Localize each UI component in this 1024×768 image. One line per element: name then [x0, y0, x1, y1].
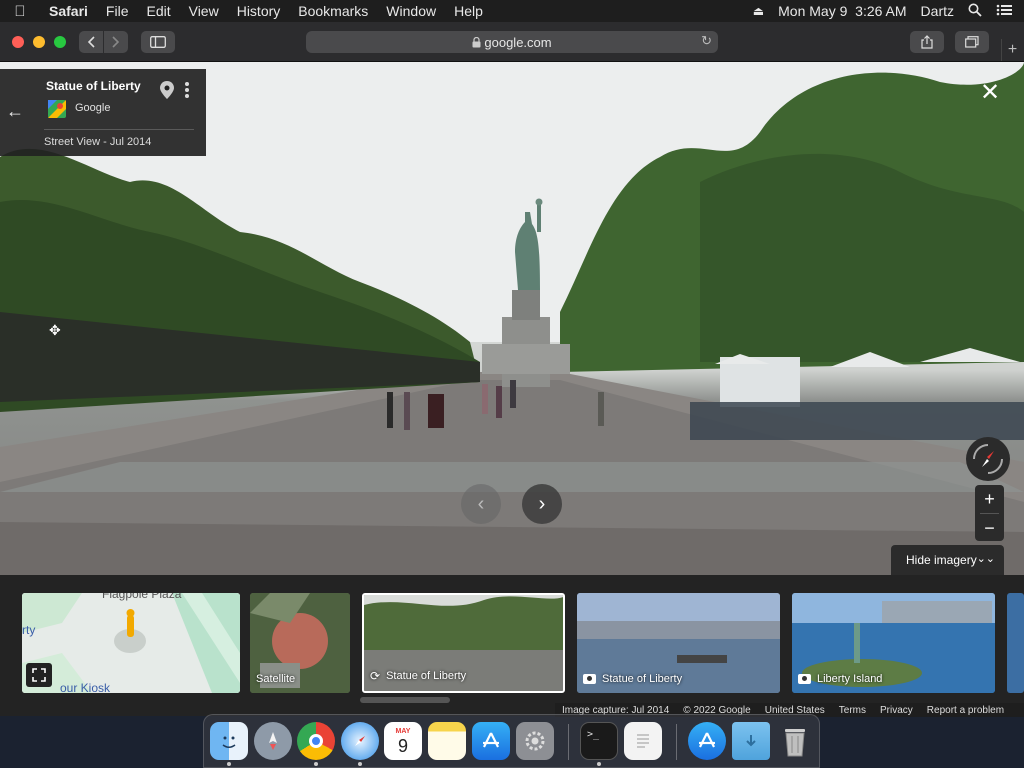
provider-name: Google [75, 102, 111, 114]
new-tab-button[interactable]: + [1001, 39, 1023, 61]
imagery-filmstrip: Flagpole Plaza rty our Kiosk Satellite ⟳… [0, 575, 1024, 716]
menu-edit[interactable]: Edit [137, 0, 179, 22]
place-info-panel: ← Statue of Liberty Google Street View -… [0, 69, 206, 156]
menubar-datetime[interactable]: Mon May 9 3:26 AM [778, 3, 906, 19]
safari-icon[interactable] [341, 722, 379, 760]
menubar-user[interactable]: Dartz [921, 3, 954, 19]
satellite-label: Satellite [256, 673, 296, 685]
map-label-flagpole: Flagpole Plaza [102, 593, 182, 601]
double-chevron-down-icon: ⌄⌄ [976, 553, 995, 565]
address-bar[interactable]: google.com ↻ [306, 31, 718, 53]
satellite-thumbnail[interactable]: Satellite [250, 593, 350, 693]
share-button[interactable] [910, 31, 944, 53]
chrome-running-dot [314, 762, 318, 766]
360-icon: ⟳ [370, 669, 381, 683]
expand-map-icon[interactable] [26, 663, 52, 687]
panel-divider [44, 129, 194, 130]
hide-imagery-label: Hide imagery [906, 553, 977, 567]
menu-history[interactable]: History [228, 0, 290, 22]
map-thumbnail[interactable]: Flagpole Plaza rty our Kiosk [22, 593, 240, 693]
photo-thumbnail-statue[interactable]: Statue of Liberty [577, 593, 780, 693]
apple-menu-icon[interactable]:  [0, 3, 40, 20]
privacy-link[interactable]: Privacy [880, 705, 913, 716]
app-store-icon[interactable] [472, 722, 510, 760]
photo-thumbnail-liberty-island[interactable]: Liberty Island [792, 593, 995, 693]
safari-running-dot [358, 762, 362, 766]
close-window-button[interactable] [12, 36, 24, 48]
back-button[interactable] [79, 31, 103, 53]
control-center-icon[interactable] [996, 3, 1012, 19]
more-options-icon[interactable] [184, 81, 190, 99]
photo-label-liberty-island-text: Liberty Island [817, 673, 883, 685]
map-pin-icon[interactable] [160, 81, 174, 99]
downloads-folder-icon[interactable] [732, 722, 770, 760]
url-text: google.com [484, 34, 552, 50]
menu-help[interactable]: Help [445, 0, 492, 22]
dock-separator-2 [676, 724, 677, 760]
calendar-icon[interactable]: MAY 9 [384, 722, 422, 760]
forward-button[interactable] [104, 31, 128, 53]
sidebar-toggle-button[interactable] [141, 31, 175, 53]
finder-running-dot [227, 762, 231, 766]
menu-bar:  Safari File Edit View History Bookmark… [0, 0, 1024, 22]
system-preferences-icon[interactable] [516, 722, 554, 760]
trash-icon[interactable] [776, 722, 814, 760]
calendar-day: 9 [397, 735, 408, 756]
hide-imagery-button[interactable]: Hide imagery ⌄⌄ [891, 545, 1004, 575]
menu-file[interactable]: File [97, 0, 138, 22]
menu-bookmarks[interactable]: Bookmarks [289, 0, 377, 22]
dock: MAY 9 >_ [203, 714, 820, 768]
google-maps-icon [48, 100, 66, 118]
map-label-kiosk: our Kiosk [60, 681, 111, 693]
chrome-icon[interactable] [297, 722, 335, 760]
menu-app-safari[interactable]: Safari [40, 0, 97, 22]
app-store-alt-icon[interactable] [688, 722, 726, 760]
terminal-icon[interactable]: >_ [580, 722, 618, 760]
spotlight-search-icon[interactable] [968, 3, 982, 20]
terminal-running-dot [597, 762, 601, 766]
report-problem-link[interactable]: Report a problem [927, 705, 1004, 716]
move-cursor-icon: ✥ [49, 322, 61, 338]
tab-overview-button[interactable] [955, 31, 989, 53]
filmstrip-scrollbar[interactable] [360, 697, 450, 703]
eject-icon[interactable]: ⏏ [753, 4, 764, 18]
street-view-date: Street View - Jul 2014 [44, 136, 152, 148]
reload-icon[interactable]: ↻ [701, 33, 712, 49]
street-view-label: ⟳ Statue of Liberty [370, 669, 466, 683]
textedit-icon[interactable] [624, 722, 662, 760]
launchpad-icon[interactable] [254, 722, 292, 760]
photo-thumbnail-partial[interactable] [1007, 593, 1024, 693]
photo-label-statue-text: Statue of Liberty [602, 673, 683, 685]
camera-icon [583, 674, 596, 684]
next-arrow-button[interactable]: › [522, 484, 562, 524]
zoom-window-button[interactable] [54, 36, 66, 48]
terms-link[interactable]: Terms [839, 705, 866, 716]
street-view-thumbnail-selected[interactable]: ⟳ Statue of Liberty [362, 593, 565, 693]
previous-arrow-button[interactable]: ‹ [461, 484, 501, 524]
menu-view[interactable]: View [180, 0, 228, 22]
browser-toolbar: google.com ↻ + [0, 22, 1024, 62]
zoom-controls: + − [975, 485, 1004, 541]
zoom-in-button[interactable]: + [975, 485, 1004, 513]
dock-separator [568, 724, 569, 760]
camera-icon [798, 674, 811, 684]
photo-label-statue: Statue of Liberty [583, 673, 682, 685]
zoom-out-button[interactable]: − [975, 514, 1004, 542]
menu-window[interactable]: Window [377, 0, 445, 22]
photo-label-liberty-island: Liberty Island [798, 673, 882, 685]
back-arrow-icon[interactable]: ← [6, 101, 24, 122]
close-street-view-button[interactable]: ✕ [978, 81, 1002, 106]
street-view-label-text: Statue of Liberty [386, 670, 467, 682]
map-label-left: rty [22, 623, 36, 637]
notes-icon[interactable] [428, 722, 466, 760]
compass-icon[interactable] [966, 437, 1010, 481]
finder-icon[interactable] [210, 722, 248, 760]
lock-icon [472, 36, 481, 47]
place-title[interactable]: Statue of Liberty [46, 79, 141, 93]
calendar-month: MAY [395, 727, 411, 735]
minimize-window-button[interactable] [33, 36, 45, 48]
